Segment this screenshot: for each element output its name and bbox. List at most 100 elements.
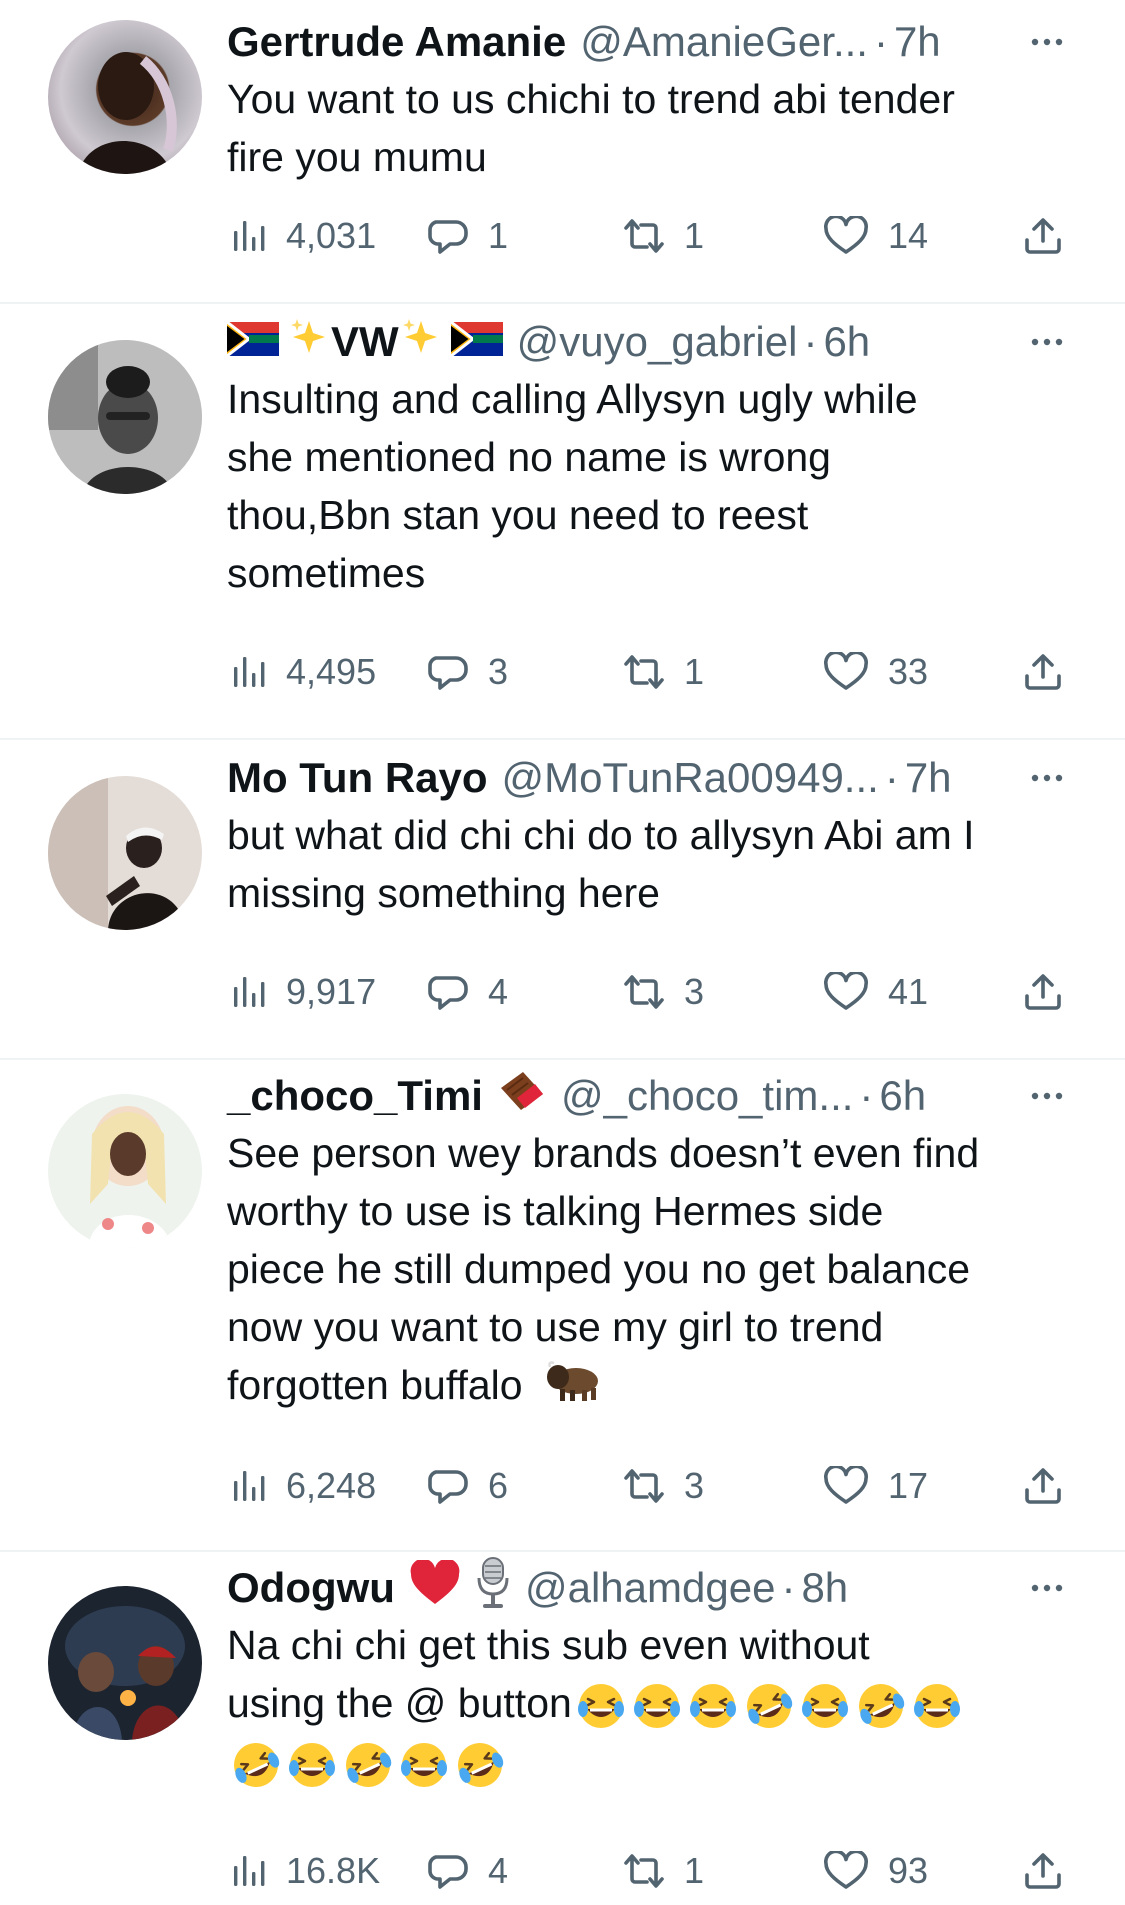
tweet-text-line: See person wey brands doesn’t even find xyxy=(227,1130,980,1176)
retweet-icon xyxy=(624,1469,664,1503)
share-button[interactable] xyxy=(1024,1841,1064,1901)
share-button[interactable] xyxy=(1024,1456,1064,1516)
timestamp[interactable]: 7h xyxy=(905,754,952,802)
display-name[interactable]: Gertrude Amanie xyxy=(227,18,566,66)
timestamp[interactable]: 6h xyxy=(879,1072,926,1120)
views-button[interactable]: 6,248 xyxy=(232,1456,376,1516)
avatar[interactable] xyxy=(48,1094,202,1248)
rolling-laughing-icon xyxy=(346,1743,392,1788)
more-icon[interactable] xyxy=(1017,310,1077,374)
share-icon xyxy=(1025,218,1061,254)
display-name[interactable]: _choco_Timi xyxy=(227,1072,483,1120)
display-name[interactable]: Odogwu xyxy=(227,1564,395,1612)
like-icon xyxy=(824,216,868,254)
tweet-text-line: she mentioned no name is wrong xyxy=(227,434,831,480)
views-icon xyxy=(234,221,265,251)
views-button[interactable]: 16.8K xyxy=(232,1841,380,1901)
timestamp[interactable]: 8h xyxy=(801,1564,848,1612)
user-handle[interactable]: @alhamdgee xyxy=(525,1564,775,1612)
separator-dot: · xyxy=(803,318,818,365)
reply-icon xyxy=(428,656,468,690)
views-button[interactable]: 4,031 xyxy=(232,206,376,266)
tweet-text-line: thou,Bbn stan you need to reest xyxy=(227,492,809,538)
retweet-button[interactable]: 3 xyxy=(622,1456,704,1516)
more-icon[interactable] xyxy=(1017,10,1077,74)
timestamp[interactable]: 7h xyxy=(894,18,941,66)
reply-count: 6 xyxy=(488,1465,509,1506)
avatar[interactable] xyxy=(48,340,202,494)
like-count: 93 xyxy=(888,1850,929,1891)
share-icon xyxy=(1025,1468,1061,1504)
share-button[interactable] xyxy=(1024,206,1064,266)
like-count: 41 xyxy=(888,971,929,1012)
tears-of-joy-icon xyxy=(577,1684,624,1729)
tweet-text-line: missing something here xyxy=(227,870,660,916)
more-icon[interactable] xyxy=(1017,1064,1077,1128)
more-icon[interactable] xyxy=(1017,746,1077,810)
like-button[interactable]: 33 xyxy=(824,642,928,702)
views-count: 4,031 xyxy=(286,215,377,256)
tweet[interactable]: Odogwu @alhamdgee · 8h Na chi chi get th… xyxy=(0,1552,1125,1905)
user-handle[interactable]: @AmanieGer... xyxy=(580,18,868,66)
like-count: 17 xyxy=(888,1465,929,1506)
avatar[interactable] xyxy=(48,20,202,174)
retweet-icon xyxy=(624,219,664,253)
reply-count: 1 xyxy=(488,215,509,256)
user-handle[interactable]: @_choco_tim... xyxy=(561,1072,853,1120)
tweet[interactable]: Mo Tun Rayo @MoTunRa00949... · 7h but wh… xyxy=(0,740,1125,1058)
views-icon xyxy=(234,657,265,687)
tweet[interactable]: Gertrude Amanie @AmanieGer... · 7h You w… xyxy=(0,0,1125,303)
tears-of-joy-icon xyxy=(689,1684,736,1729)
reply-button[interactable]: 3 xyxy=(428,642,508,702)
retweet-button[interactable]: 3 xyxy=(622,962,704,1022)
tweet-text: but what did chi chi do to allysyn Abi a… xyxy=(227,806,1077,922)
reply-button[interactable]: 4 xyxy=(428,1841,508,1901)
timestamp[interactable]: 6h xyxy=(823,318,870,366)
retweet-count: 3 xyxy=(684,971,705,1012)
retweet-button[interactable]: 1 xyxy=(622,642,704,702)
share-icon xyxy=(1025,1853,1061,1889)
views-count: 9,917 xyxy=(286,971,377,1012)
user-handle[interactable]: @MoTunRa00949... xyxy=(502,754,879,802)
user-handle[interactable]: @vuyo_gabriel xyxy=(517,318,798,366)
tweet-header: VW @vuyo_gabriel · 6h xyxy=(226,310,1077,374)
tweet[interactable]: VW @vuyo_gabriel · 6h Insulting and call… xyxy=(0,304,1125,738)
tweet[interactable]: _choco_Timi @_choco_tim... · 6h See pers… xyxy=(0,1060,1125,1550)
retweet-count: 1 xyxy=(684,215,705,256)
avatar[interactable] xyxy=(48,776,202,930)
tweet-text: Na chi chi get this sub even without usi… xyxy=(227,1616,1077,1792)
tears-of-joy-icon xyxy=(913,1684,960,1729)
like-button[interactable]: 14 xyxy=(824,206,928,266)
reply-button[interactable]: 1 xyxy=(428,206,508,266)
rolling-laughing-icon xyxy=(746,1684,793,1729)
retweet-button[interactable]: 1 xyxy=(622,206,704,266)
retweet-button[interactable]: 1 xyxy=(622,1841,704,1901)
rolling-laughing-icon xyxy=(858,1684,905,1729)
display-name[interactable]: VW xyxy=(331,318,399,366)
views-button[interactable]: 4,495 xyxy=(232,642,376,702)
reply-button[interactable]: 4 xyxy=(428,962,508,1022)
like-icon xyxy=(824,1466,868,1504)
share-button[interactable] xyxy=(1024,962,1064,1022)
retweet-icon xyxy=(624,975,664,1009)
like-button[interactable]: 41 xyxy=(824,962,928,1022)
views-icon xyxy=(234,1471,265,1501)
separator-dot: · xyxy=(873,18,888,65)
like-button[interactable]: 17 xyxy=(824,1456,928,1516)
views-button[interactable]: 9,917 xyxy=(232,962,376,1022)
tweet-text-line: piece he still dumped you no get balance xyxy=(227,1246,971,1292)
reply-icon xyxy=(428,1855,468,1889)
reply-button[interactable]: 6 xyxy=(428,1456,508,1516)
display-name[interactable]: Mo Tun Rayo xyxy=(227,754,488,802)
more-icon[interactable] xyxy=(1017,1556,1077,1620)
reply-icon xyxy=(428,220,468,254)
views-count: 16.8K xyxy=(286,1850,381,1891)
tweet-header: Gertrude Amanie @AmanieGer... · 7h xyxy=(227,10,1077,74)
like-button[interactable]: 93 xyxy=(824,1841,928,1901)
share-button[interactable] xyxy=(1024,642,1064,702)
tweet-text-line: using the @ button xyxy=(227,1680,572,1726)
reply-icon xyxy=(428,1470,468,1504)
separator-dot: · xyxy=(859,1072,874,1119)
avatar[interactable] xyxy=(48,1586,202,1740)
tweet-text-line: forgotten buffalo xyxy=(227,1362,523,1408)
